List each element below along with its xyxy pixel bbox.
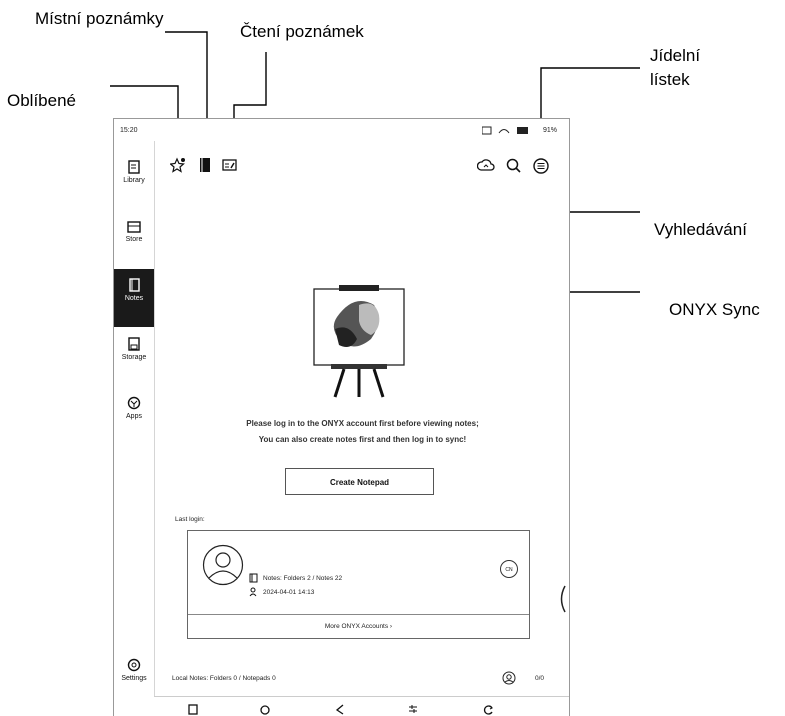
- status-time: 15:20: [120, 127, 138, 134]
- library-icon: [128, 160, 140, 174]
- menu-callout-line2: lístek: [650, 70, 690, 89]
- account-notes-info: Notes: Folders 2 / Notes 22: [263, 575, 343, 582]
- more-accounts-link[interactable]: More ONYX Accounts ›: [188, 623, 529, 630]
- more-accounts-label: More ONYX Accounts: [324, 623, 389, 630]
- apps-icon: [127, 396, 141, 410]
- menu-icon[interactable]: [532, 157, 550, 175]
- sidebar-item-notes[interactable]: Notes: [114, 269, 154, 327]
- refresh-icon[interactable]: [482, 703, 494, 715]
- easel-illustration: [313, 285, 405, 398]
- device-screen: 15:20 91% Library Store Notes Storage Ap…: [113, 118, 570, 716]
- status-bar: 15:20 91%: [114, 119, 569, 141]
- sync-callout: ONYX Sync: [669, 300, 760, 319]
- login-message-line2: You can also create notes first and then…: [258, 435, 467, 444]
- sidebar-item-apps[interactable]: Apps: [114, 387, 154, 445]
- sidebar: Library Store Notes Storage Apps Setting…: [114, 141, 155, 696]
- storage-icon: [128, 337, 140, 351]
- navigation-bar: [154, 696, 569, 716]
- reading-notes-icon[interactable]: [222, 157, 238, 173]
- local-notes-summary: Local Notes: Folders 0 / Notepads 0: [172, 675, 276, 682]
- favorites-callout: Oblíbené: [7, 91, 76, 110]
- account-card[interactable]: Notes: Folders 2 / Notes 22 2024-04-01 1…: [187, 530, 530, 639]
- menu-callout-line1: Jídelní: [650, 46, 701, 65]
- sidebar-item-label: Notes: [124, 295, 144, 302]
- settings-icon: [127, 658, 141, 672]
- side-handle-icon[interactable]: [556, 584, 568, 614]
- search-icon[interactable]: [505, 157, 523, 175]
- notes-icon: [129, 278, 140, 292]
- sidebar-item-library[interactable]: Library: [114, 151, 154, 209]
- store-icon: [127, 221, 141, 233]
- search-callout: Vyhledávání: [654, 220, 747, 239]
- local-notes-icon[interactable]: [198, 157, 212, 173]
- favorites-icon[interactable]: [170, 157, 186, 173]
- status-icons: [482, 126, 528, 135]
- battery-level: 91%: [542, 127, 557, 134]
- user-time-icon: [249, 587, 257, 597]
- account-datetime: 2024-04-01 14:13: [263, 589, 315, 596]
- recent-apps-icon[interactable]: [187, 703, 199, 715]
- sidebar-item-store[interactable]: Store: [114, 210, 154, 268]
- sidebar-item-label: Store: [125, 236, 143, 243]
- avatar: [202, 544, 244, 586]
- account-icon[interactable]: [502, 671, 516, 685]
- sidebar-item-label: Library: [123, 177, 145, 184]
- login-message-line1: Please log in to the ONYX account first …: [246, 419, 479, 428]
- last-login-label: Last login:: [175, 516, 205, 523]
- sidebar-item-label: Apps: [126, 413, 142, 420]
- sidebar-item-label: Settings: [121, 675, 147, 682]
- equalizer-icon[interactable]: [407, 703, 419, 715]
- local-notes-callout: Místní poznámky: [35, 9, 164, 28]
- back-icon[interactable]: [334, 703, 346, 715]
- sidebar-item-label: Storage: [121, 354, 147, 361]
- notebook-icon: [249, 573, 258, 583]
- page-count: 0/0: [535, 675, 545, 682]
- region-badge[interactable]: CN: [500, 560, 518, 578]
- sidebar-item-settings[interactable]: Settings: [114, 649, 154, 707]
- cloud-sync-icon[interactable]: [477, 157, 495, 175]
- account-card-divider: [188, 614, 529, 615]
- create-notepad-button[interactable]: Create Notepad: [285, 468, 434, 495]
- sidebar-item-storage[interactable]: Storage: [114, 328, 154, 386]
- reading-notes-callout: Čtení poznámek: [240, 22, 364, 41]
- home-icon[interactable]: [259, 703, 271, 715]
